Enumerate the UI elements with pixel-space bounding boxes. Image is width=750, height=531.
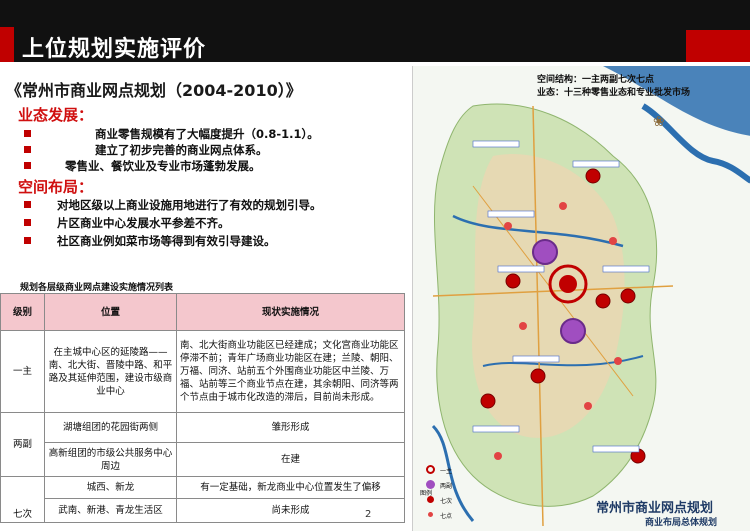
status-cell: 在建 [176, 442, 405, 477]
bullet-item: 建立了初步完善的商业网点体系。 [24, 142, 268, 158]
bullet-icon [24, 130, 31, 137]
bullet-icon [24, 146, 31, 153]
sub-center-legend-icon [426, 480, 435, 489]
bullet-icon [24, 237, 31, 244]
secondary-center-marker [530, 368, 546, 384]
secondary-center-marker [480, 393, 496, 409]
header-accent-block [686, 30, 750, 62]
col-header-location: 位置 [44, 293, 177, 331]
map-plan-subtitle: 商业布局总体规划 [645, 518, 718, 528]
map-label-box [472, 140, 520, 148]
table-row: 高新组团的市级公共服务中心周边 在建 [1, 442, 405, 477]
status-cell: 雏形形成 [176, 412, 405, 443]
page-number: 2 [365, 509, 372, 520]
point-marker [494, 452, 502, 460]
level-cell: 两副 [0, 412, 45, 477]
bullet-icon [24, 201, 31, 208]
bullet-icon [24, 219, 31, 226]
secondary-center-legend-icon [427, 496, 434, 503]
bullet-item: 对地区级以上商业设施用地进行了有效的规划引导。 [24, 197, 322, 213]
main-center-legend-icon [426, 465, 435, 474]
compass-logo: ❀ [653, 114, 665, 130]
secondary-center-marker [595, 293, 611, 309]
page-title: 上位规划实施评价 [22, 37, 207, 62]
legend-item: 七点 [440, 513, 453, 520]
bullet-item: 商业零售规模有了大幅度提升（0.8-1.1）。 [24, 126, 319, 142]
header-bar: 上位规划实施评价 [0, 0, 750, 62]
map-label-box [572, 160, 620, 168]
map-structure-label: 空间结构：一主两副七次七点 [537, 75, 655, 85]
point-marker [609, 237, 617, 245]
bullet-item: 社区商业例如菜市场等得到有效引导建设。 [24, 233, 276, 249]
header-red-marker [0, 27, 14, 62]
table-row: 武南、新港、青龙生活区 尚未形成 [1, 498, 405, 523]
bullet-item: 零售业、餐饮业及专业市场蓬勃发展。 [24, 158, 261, 174]
point-marker [559, 202, 567, 210]
point-legend-icon [428, 512, 433, 517]
location-cell: 武南、新港、青龙生活区 [44, 498, 177, 523]
map-format-label: 业态：十三种零售业态和专业批发市场 [537, 88, 691, 98]
point-marker [584, 402, 592, 410]
point-marker [504, 222, 512, 230]
document-title: 《常州市商业网点规划（2004-2010）》 [6, 81, 302, 100]
col-header-status: 现状实施情况 [176, 293, 405, 331]
section-heading-format: 业态发展： [18, 106, 94, 124]
location-cell: 城西、新龙 [44, 476, 177, 499]
map-label-box [602, 265, 650, 273]
bullet-icon [24, 162, 31, 169]
implementation-table: 级别 位置 现状实施情况 一主 在主城中心区的延陵路——南、北大街、晋陵中路、和… [0, 293, 405, 523]
secondary-center-marker [585, 168, 601, 184]
map-label-box [497, 265, 545, 273]
map-legend: 图例 一主 两副 七次 七点 [420, 462, 480, 528]
secondary-center-marker [620, 288, 636, 304]
col-header-level: 级别 [0, 293, 45, 331]
legend-item: 一主 [440, 468, 453, 475]
sub-center-marker [560, 318, 586, 344]
point-marker [519, 322, 527, 330]
legend-item: 七次 [440, 498, 453, 505]
location-cell: 高新组团的市级公共服务中心周边 [44, 442, 177, 477]
bullet-item: 片区商业中心发展水平参差不齐。 [24, 215, 230, 231]
map-label-box [487, 210, 535, 218]
section-heading-layout: 空间布局： [18, 178, 94, 196]
status-cell: 有一定基础，新龙商业中心位置发生了偏移 [176, 476, 405, 499]
table-row: 两副 湖塘组团的花园街两侧 雏形形成 [0, 412, 405, 477]
map-label-box [592, 445, 640, 453]
table-row: 一主 在主城中心区的延陵路——南、北大街、晋陵中路、和平路及其延伸范围，建设市级… [0, 330, 405, 413]
point-marker [614, 357, 622, 365]
table-header-row: 级别 位置 现状实施情况 [0, 293, 405, 331]
level-cell: 一主 [0, 330, 45, 413]
map-label-box [512, 355, 560, 363]
table-caption: 规划各层级商业网点建设实施情况列表 [20, 283, 174, 293]
location-cell: 在主城中心区的延陵路——南、北大街、晋陵中路、和平路及其延伸范围，建设市级商业中… [44, 330, 177, 413]
table-row: 七次 城西、新龙 有一定基础，新龙商业中心位置发生了偏移 [0, 476, 405, 523]
secondary-center-marker [505, 273, 521, 289]
level-cell: 七次 [0, 476, 45, 523]
location-cell: 湖塘组团的花园街两侧 [44, 412, 177, 443]
status-cell: 南、北大街商业功能区已经建成；文化宫商业功能区停滞不前；青年广场商业功能区在建；… [176, 330, 405, 413]
map-label-box [472, 425, 520, 433]
map-plan-title: 常州市商业网点规划 [596, 501, 714, 516]
legend-item: 两副 [440, 483, 453, 490]
sub-center-marker [532, 239, 558, 265]
main-center-core [559, 275, 577, 293]
